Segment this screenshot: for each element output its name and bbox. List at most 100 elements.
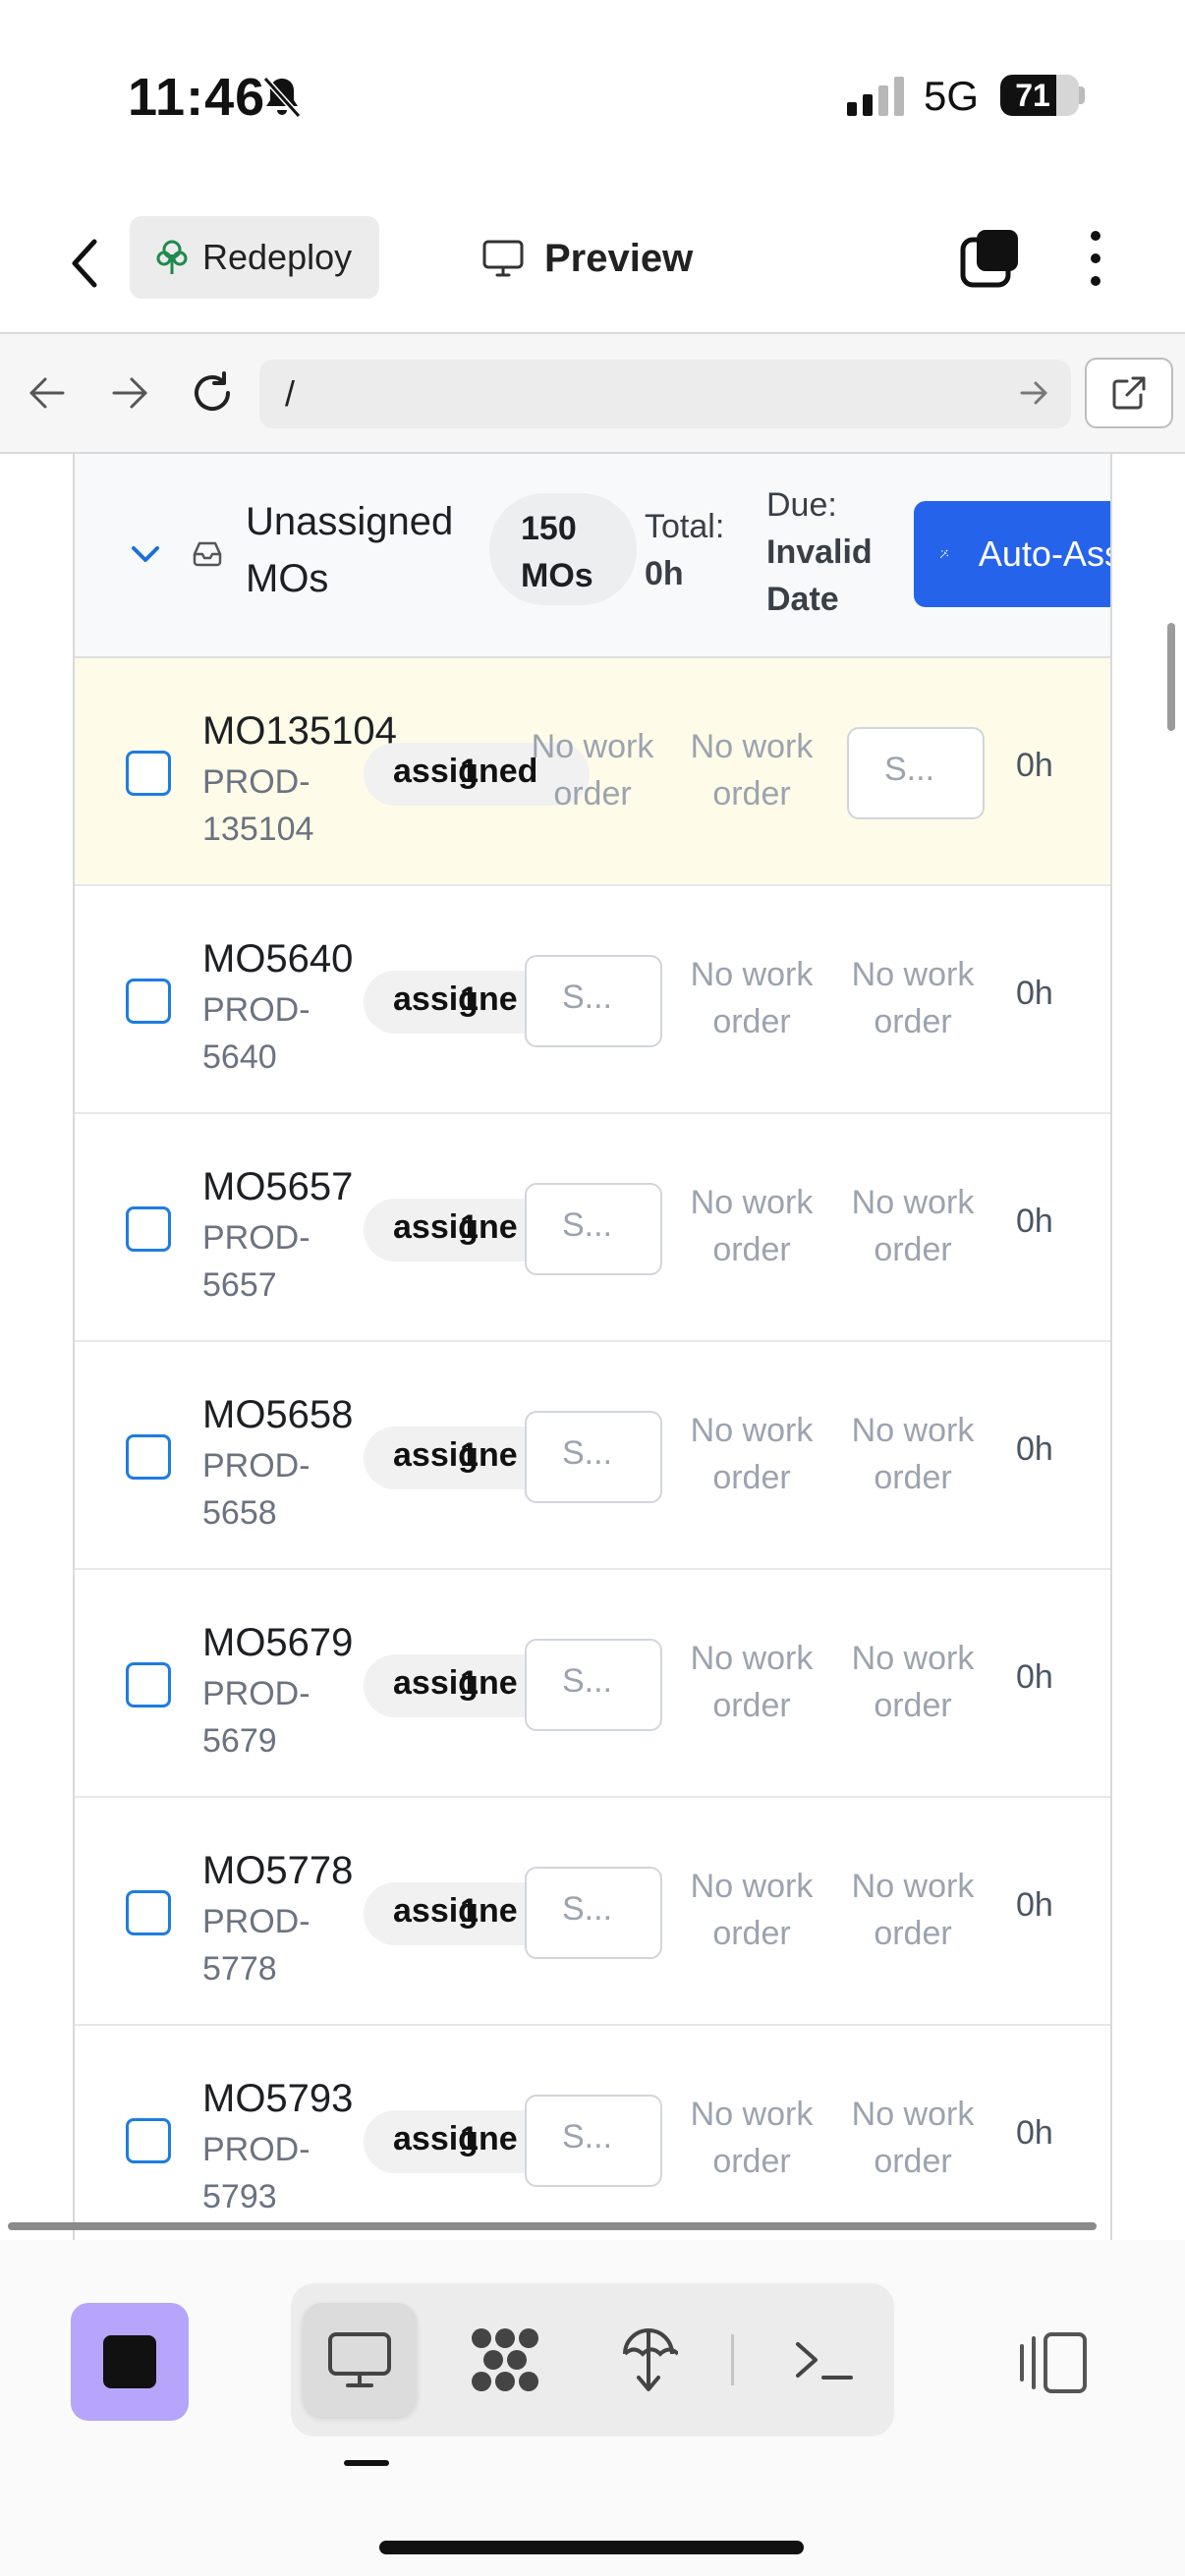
work-order-cell: No work order: [690, 1412, 814, 1496]
work-order-cell: No work order: [690, 1640, 814, 1724]
tree-icon: [156, 240, 188, 274]
browser-forward-button[interactable]: [100, 364, 159, 422]
mo-id: MO5657: [202, 1165, 354, 1208]
assign-select[interactable]: S...: [525, 1867, 662, 1959]
assign-select[interactable]: S...: [525, 1183, 662, 1275]
work-order-cell: No work order: [690, 2096, 814, 2180]
row-checkbox[interactable]: [126, 1890, 171, 1935]
product-code: PROD-5679: [202, 1675, 310, 1760]
status-count: 1: [460, 1664, 479, 1702]
mo-count-badge: 150 MOs: [489, 493, 637, 605]
assign-select[interactable]: S...: [847, 727, 985, 819]
status-text: assigne: [393, 1436, 518, 1474]
status-count: 1: [460, 980, 479, 1018]
mo-row[interactable]: MO5657 PROD-5657 assigne 1 S... No work …: [75, 1114, 1110, 1342]
reload-button[interactable]: [183, 364, 242, 422]
go-arrow-icon[interactable]: [1014, 373, 1053, 413]
tabs-icon[interactable]: [959, 226, 1024, 291]
row-checkbox[interactable]: [126, 2118, 171, 2163]
work-order-cell: No work order: [690, 1868, 814, 1952]
work-order-cell: No work order: [851, 1184, 975, 1268]
inbox-icon: [193, 541, 222, 567]
total-value: 0h: [645, 555, 684, 592]
open-external-button[interactable]: [1085, 358, 1173, 428]
arrow-left-icon: [29, 377, 65, 409]
desktop-icon: [328, 2332, 391, 2387]
assign-select[interactable]: S...: [525, 1411, 662, 1503]
mo-id: MO5658: [202, 1393, 354, 1436]
row-checkbox[interactable]: [126, 751, 171, 796]
signal-icon: [847, 77, 904, 116]
product-code: PROD-5793: [202, 2131, 310, 2215]
mo-row[interactable]: MO5658 PROD-5658 assigne 1 S... No work …: [75, 1342, 1110, 1570]
mo-id: MO5679: [202, 1621, 354, 1664]
redeploy-button[interactable]: Redeploy: [130, 216, 379, 299]
network-type: 5G: [924, 73, 980, 119]
hours-value: 0h: [1016, 2114, 1053, 2152]
mo-id: MO5640: [202, 937, 354, 980]
hours-value: 0h: [1016, 747, 1053, 784]
mo-id: MO5793: [202, 2077, 354, 2120]
auto-assign-button[interactable]: Auto-Assign: [914, 501, 1110, 607]
sidebar-toggle-icon[interactable]: [1018, 2328, 1091, 2397]
back-button[interactable]: [55, 232, 114, 295]
status-text: assigne: [393, 1664, 518, 1702]
mo-row[interactable]: MO5679 PROD-5679 assigne 1 S... No work …: [75, 1570, 1110, 1798]
assign-select[interactable]: S...: [525, 2095, 662, 2187]
hours-value: 0h: [1016, 1430, 1053, 1468]
terminal-button[interactable]: [766, 2303, 880, 2417]
mo-row[interactable]: MO5640 PROD-5640 assigne 1 S... No work …: [75, 886, 1110, 1114]
row-checkbox[interactable]: [126, 1434, 171, 1480]
group-header: Unassigned MOs 150 MOs Total: 0h Due: In…: [75, 454, 1110, 658]
status-text: assigne: [393, 980, 518, 1018]
arrow-right-icon: [112, 377, 147, 409]
status-text: assigne: [393, 1208, 518, 1246]
hours-value: 0h: [1016, 1658, 1053, 1696]
product-code: PROD-135104: [202, 763, 314, 848]
url-input[interactable]: /: [259, 360, 1071, 428]
status-text: assigne: [393, 1892, 518, 1930]
workflow-icon: [472, 2328, 538, 2391]
mo-row[interactable]: MO5778 PROD-5778 assigne 1 S... No work …: [75, 1798, 1110, 2026]
deploy-icon: [623, 2328, 678, 2391]
assign-select[interactable]: S...: [525, 1639, 662, 1731]
mo-id: MO135104: [202, 709, 397, 753]
work-order-cell: No work order: [851, 1640, 975, 1724]
mo-row[interactable]: MO135104 PROD-135104 assigned 1 No work …: [75, 658, 1110, 886]
work-order-cell: No work order: [851, 2096, 975, 2180]
chevron-down-icon[interactable]: [126, 534, 165, 574]
vertical-scrollbar[interactable]: [1167, 623, 1175, 731]
horizontal-scrollbar[interactable]: [8, 2222, 1097, 2230]
desktop-view-button[interactable]: [303, 2303, 417, 2417]
status-count: 1: [460, 2120, 479, 2157]
more-vertical-icon[interactable]: [1071, 226, 1120, 291]
preview-tab[interactable]: Preview: [481, 226, 693, 291]
row-checkbox[interactable]: [126, 1662, 171, 1708]
work-order-cell: No work order: [851, 1868, 975, 1952]
mo-id: MO5778: [202, 1849, 354, 1892]
status-count: 1: [460, 1208, 479, 1246]
browser-toolbar: /: [0, 334, 1185, 454]
group-total: Total: 0h: [645, 503, 724, 597]
work-order-cell: No work order: [851, 956, 975, 1040]
work-order-cell: No work order: [690, 728, 814, 812]
assign-select[interactable]: S...: [525, 955, 662, 1047]
total-label: Total:: [645, 508, 725, 545]
status-text: assigne: [393, 2120, 518, 2157]
workflow-button[interactable]: [448, 2303, 562, 2417]
row-checkbox[interactable]: [126, 1206, 171, 1252]
app-stop-button[interactable]: [71, 2303, 189, 2421]
browser-back-button[interactable]: [18, 364, 77, 422]
auto-assign-label: Auto-Assign: [978, 533, 1110, 574]
mo-row[interactable]: MO5793 PROD-5793 assigne 1 S... No work …: [75, 2026, 1110, 2240]
product-code: PROD-5778: [202, 1903, 310, 1988]
bottom-toolbar: [0, 2240, 1185, 2576]
preview-label: Preview: [544, 236, 694, 280]
hours-value: 0h: [1016, 1203, 1053, 1240]
battery-level: 71: [1015, 78, 1050, 113]
deploy-button[interactable]: [592, 2303, 705, 2417]
product-code: PROD-5657: [202, 1219, 310, 1304]
hours-value: 0h: [1016, 1886, 1053, 1924]
divider: [731, 2334, 734, 2385]
row-checkbox[interactable]: [126, 979, 171, 1024]
